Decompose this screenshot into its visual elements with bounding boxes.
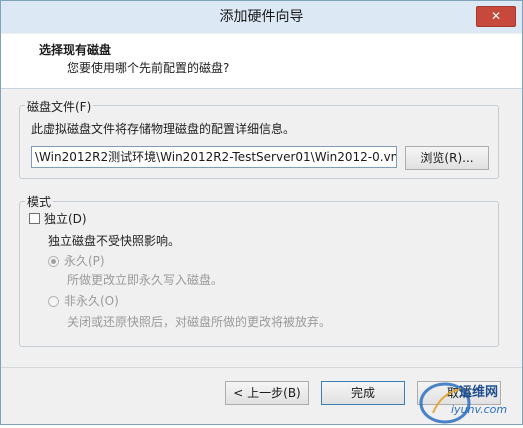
nonpersistent-description: 关闭或还原快照后，对磁盘所做的更改将被放弃。 <box>67 315 332 329</box>
nonpersistent-label[interactable]: 非永久(O) <box>64 292 119 309</box>
disk-file-description: 此虚拟磁盘文件将存储物理磁盘的配置详细信息。 <box>31 122 296 136</box>
close-icon: ✕ <box>490 9 502 23</box>
persistent-radio[interactable] <box>48 256 59 267</box>
nonpersistent-radio[interactable] <box>48 296 59 307</box>
browse-button[interactable]: 浏览(R)... <box>405 146 489 170</box>
persistent-label[interactable]: 永久(P) <box>64 252 105 269</box>
finish-button[interactable]: 完成 <box>321 381 405 405</box>
footer-separator <box>1 367 522 368</box>
persistent-description: 所做更改立即永久写入磁盘。 <box>67 273 224 287</box>
window-title: 添加硬件向导 <box>219 9 304 25</box>
site-watermark: 运维网 iyunv.com <box>411 375 523 425</box>
page-title: 选择现有磁盘 <box>39 43 112 57</box>
independent-description: 独立磁盘不受快照影响。 <box>48 234 181 248</box>
independent-label[interactable]: 独立(D) <box>44 210 87 227</box>
title-bar[interactable]: 添加硬件向导 ✕ <box>1 1 522 33</box>
disk-file-path-input[interactable]: \Win2012R2测试环境\Win2012R2-TestServer01\Wi… <box>31 146 397 168</box>
close-button[interactable]: ✕ <box>476 6 516 27</box>
watermark-url: iyunv.com <box>451 403 508 416</box>
wizard-header: 选择现有磁盘 您要使用哪个先前配置的磁盘? <box>1 34 522 89</box>
watermark-brand: 运维网 <box>459 385 499 400</box>
independent-checkbox[interactable] <box>29 213 40 224</box>
disk-file-group-label: 磁盘文件(F) <box>25 98 94 115</box>
back-button[interactable]: < 上一步(B) <box>225 381 309 405</box>
mode-group-label: 模式 <box>25 193 54 210</box>
page-subtitle: 您要使用哪个先前配置的磁盘? <box>67 61 230 75</box>
add-hardware-wizard-window: 添加硬件向导 ✕ 选择现有磁盘 您要使用哪个先前配置的磁盘? 磁盘文件(F) 此… <box>0 0 523 425</box>
